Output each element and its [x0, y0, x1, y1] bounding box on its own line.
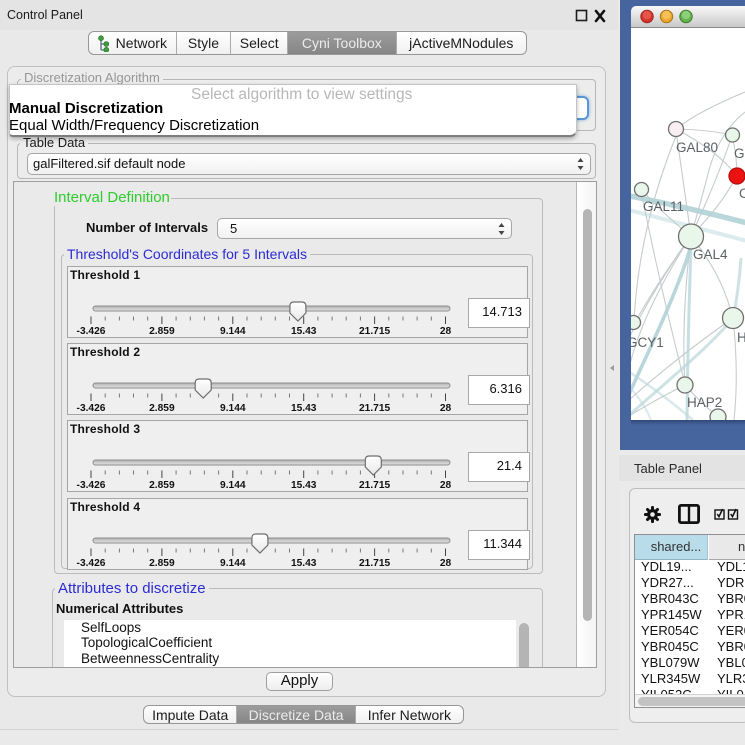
svg-text:2.859: 2.859	[149, 480, 175, 491]
svg-text:GAL11: GAL11	[643, 199, 684, 214]
svg-text:2.859: 2.859	[149, 326, 175, 337]
svg-text:15.43: 15.43	[291, 326, 317, 337]
svg-text:C: C	[739, 186, 745, 201]
svg-text:21.715: 21.715	[359, 480, 390, 491]
svg-text:-3.426: -3.426	[77, 326, 106, 337]
svg-text:28: 28	[440, 480, 452, 491]
svg-text:GAL4: GAL4	[693, 247, 728, 262]
svg-text:28: 28	[440, 326, 452, 337]
svg-text:-3.426: -3.426	[77, 403, 106, 414]
svg-text:2.859: 2.859	[149, 403, 175, 414]
svg-text:21.715: 21.715	[359, 403, 390, 414]
svg-text:-3.426: -3.426	[77, 480, 106, 491]
svg-text:15.43: 15.43	[291, 558, 317, 569]
svg-text:9.144: 9.144	[220, 403, 246, 414]
svg-text:H: H	[737, 330, 745, 345]
svg-text:15.43: 15.43	[291, 403, 317, 414]
svg-text:21.715: 21.715	[359, 326, 390, 337]
svg-text:9.144: 9.144	[220, 558, 246, 569]
svg-text:15.43: 15.43	[291, 480, 317, 491]
svg-text:HAP2: HAP2	[687, 395, 722, 410]
svg-text:9.144: 9.144	[220, 326, 246, 337]
svg-text:-3.426: -3.426	[77, 558, 106, 569]
svg-text:9.144: 9.144	[220, 480, 246, 491]
svg-text:2.859: 2.859	[149, 558, 175, 569]
svg-text:28: 28	[440, 558, 452, 569]
svg-text:21.715: 21.715	[359, 558, 390, 569]
svg-text:28: 28	[440, 403, 452, 414]
svg-text:GAL80: GAL80	[676, 140, 718, 155]
svg-text:GCY1: GCY1	[631, 335, 664, 350]
svg-text:G.: G.	[734, 146, 745, 161]
